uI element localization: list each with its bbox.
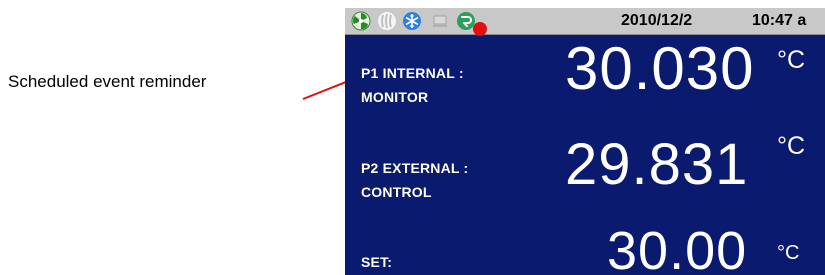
- snowflake-icon[interactable]: [402, 11, 422, 31]
- p1-value: 30.030: [565, 35, 755, 102]
- fan-icon[interactable]: [351, 11, 371, 31]
- p1-unit: °C: [777, 46, 806, 74]
- p2-label-line2: CONTROL: [361, 184, 432, 200]
- computer-icon[interactable]: [430, 11, 450, 31]
- callout-marker-dot: [473, 22, 487, 36]
- p1-label-line2: MONITOR: [361, 89, 429, 105]
- set-label: SET:: [361, 254, 393, 270]
- status-date: 2010/12/2: [621, 12, 693, 29]
- p2-unit: °C: [777, 132, 806, 160]
- heater-icon[interactable]: [377, 11, 397, 31]
- set-unit: °C: [777, 242, 800, 264]
- status-time: 10:47 a: [752, 12, 807, 29]
- device-display: 2010/12/2 10:47 a P1 INTERNAL : MONITOR …: [345, 8, 825, 275]
- p2-value: 29.831: [565, 132, 749, 197]
- status-bar: 2010/12/2 10:47 a: [345, 8, 825, 35]
- set-value[interactable]: 30.00: [607, 220, 747, 275]
- p2-label-line1: P2 EXTERNAL :: [361, 160, 469, 176]
- p1-label-line1: P1 INTERNAL :: [361, 65, 464, 81]
